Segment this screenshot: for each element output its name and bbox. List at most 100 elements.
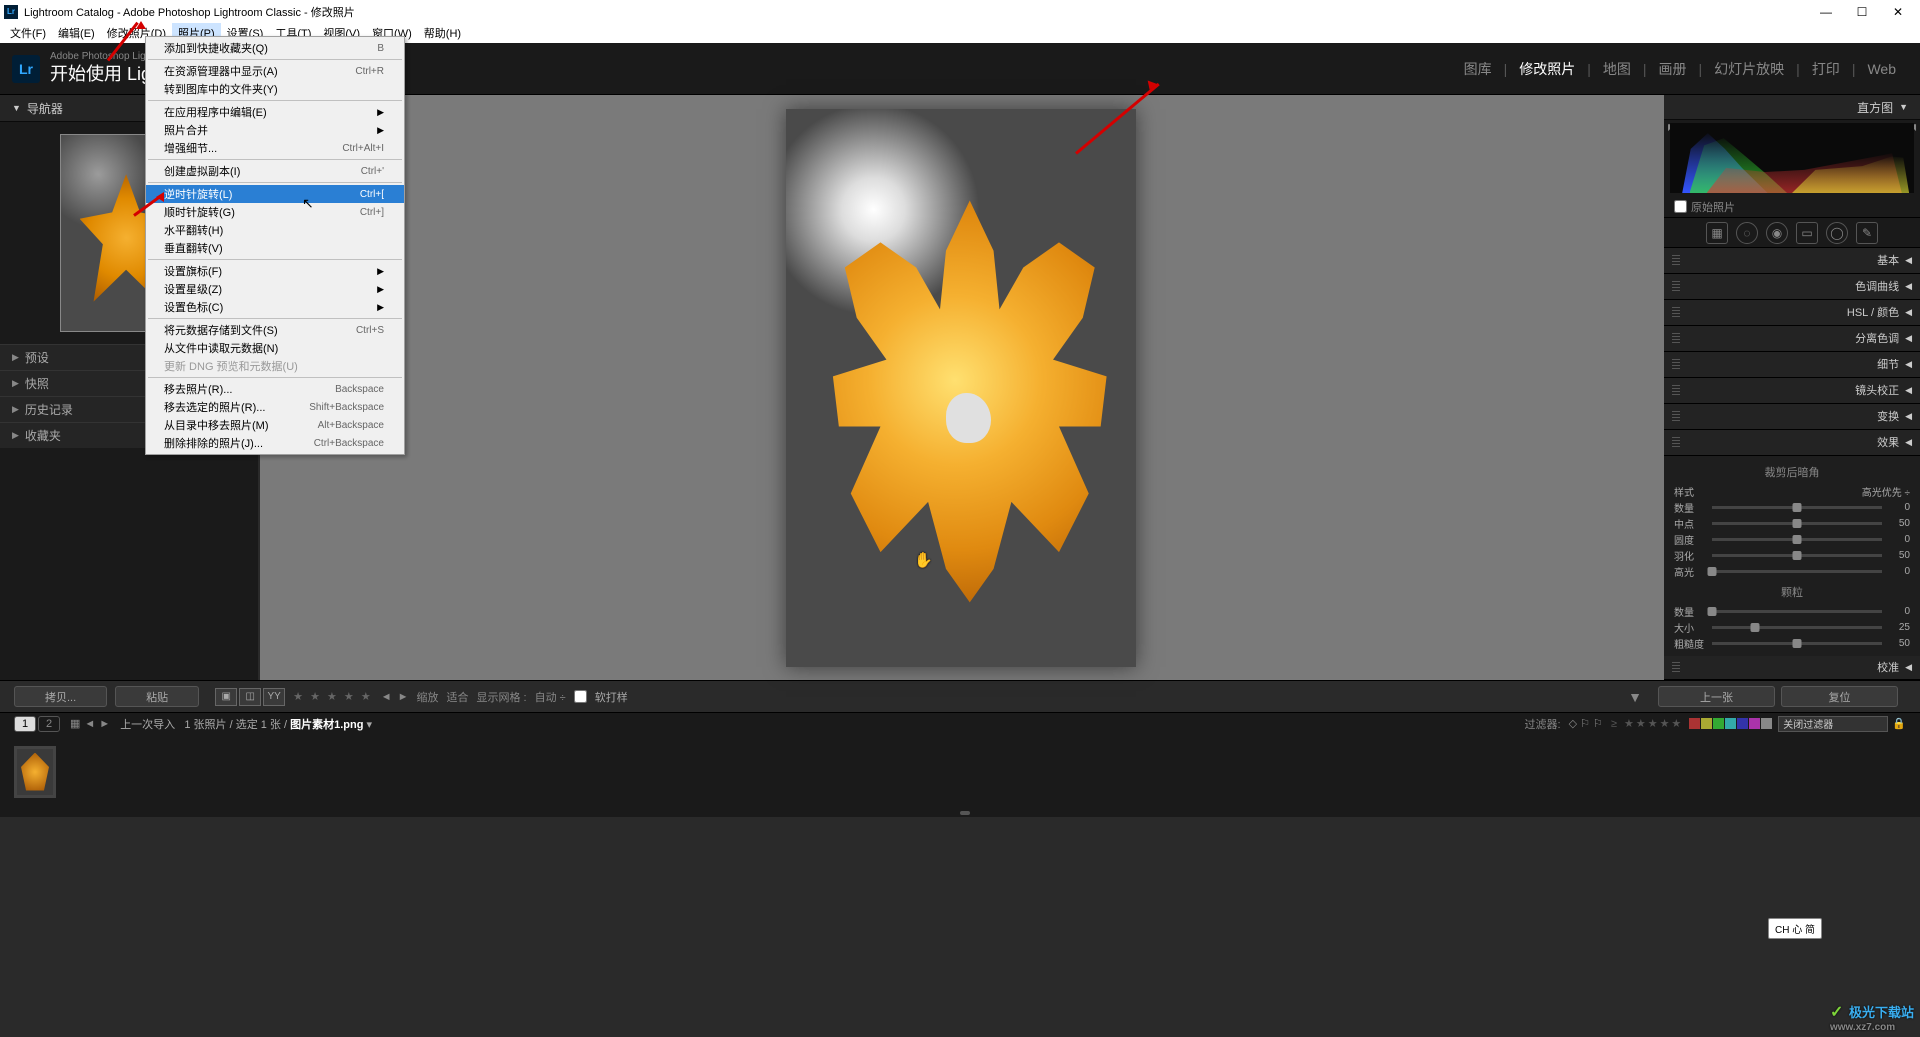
slider-row[interactable]: 中点50 bbox=[1674, 516, 1910, 532]
menu-item[interactable]: 设置色标(C)▶ bbox=[146, 298, 404, 316]
menu-item[interactable]: 从目录中移去照片(M)Alt+Backspace bbox=[146, 416, 404, 434]
hand-cursor-icon: ✋ bbox=[914, 551, 933, 569]
maximize-button[interactable]: ☐ bbox=[1844, 0, 1880, 23]
module-web[interactable]: Web bbox=[1855, 61, 1908, 77]
slider-row[interactable]: 数量0 bbox=[1674, 500, 1910, 516]
histogram-header[interactable]: 直方图▼ bbox=[1664, 95, 1920, 120]
screen-1[interactable]: 1 bbox=[14, 716, 36, 732]
slider-row[interactable]: 数量0 bbox=[1674, 604, 1910, 620]
histogram[interactable]: ◤ ◥ bbox=[1664, 120, 1920, 196]
section-6[interactable]: 变换◀ bbox=[1664, 404, 1920, 430]
menu-item[interactable]: 设置星级(Z)▶ bbox=[146, 280, 404, 298]
menu-item[interactable]: 设置旗标(F)▶ bbox=[146, 262, 404, 280]
filmstrip-thumbnail[interactable] bbox=[14, 746, 56, 798]
section-2[interactable]: HSL / 颜色◀ bbox=[1664, 300, 1920, 326]
auto-select[interactable]: 自动 ÷ bbox=[535, 689, 566, 705]
menu-item[interactable]: 移去照片(R)...Backspace bbox=[146, 380, 404, 398]
grid-label: 显示网格 : bbox=[476, 689, 526, 705]
menu-item[interactable]: 垂直翻转(V) bbox=[146, 239, 404, 257]
softproof-checkbox[interactable] bbox=[574, 690, 587, 703]
menu-item[interactable]: 将元数据存储到文件(S)Ctrl+S bbox=[146, 321, 404, 339]
forward-icon[interactable]: ► bbox=[99, 718, 110, 730]
color-filter[interactable] bbox=[1689, 718, 1772, 729]
menu-help[interactable]: 帮助(H) bbox=[418, 23, 467, 43]
section-0[interactable]: 基本◀ bbox=[1664, 248, 1920, 274]
module-map[interactable]: 地图 bbox=[1591, 59, 1643, 79]
module-library[interactable]: 图库 bbox=[1452, 59, 1504, 79]
section-calibration[interactable]: 校准◀ bbox=[1664, 656, 1920, 680]
tool-strip: ▦ ◌ ◉ ▭ ◯ ✎ bbox=[1664, 218, 1920, 248]
menu-item[interactable]: 转到图库中的文件夹(Y) bbox=[146, 80, 404, 98]
watermark: 极光下载站 www.xz7.com bbox=[1830, 1002, 1914, 1033]
menu-item[interactable]: 在应用程序中编辑(E)▶ bbox=[146, 103, 404, 121]
menu-item[interactable]: 在资源管理器中显示(A)Ctrl+R bbox=[146, 62, 404, 80]
grip-icon bbox=[1672, 662, 1680, 672]
toolbar-menu-icon[interactable]: ▼ bbox=[1628, 689, 1642, 705]
rating-filter[interactable]: ≥ ★★★★★ bbox=[1611, 717, 1683, 730]
paste-button[interactable]: 粘贴 bbox=[115, 686, 199, 707]
grid-view-icon[interactable]: ▦ bbox=[70, 717, 80, 730]
grip-icon bbox=[1672, 333, 1680, 343]
filmstrip[interactable] bbox=[0, 734, 1920, 809]
slider-row[interactable]: 粗糙度50 bbox=[1674, 636, 1910, 652]
slider-row[interactable]: 圆度0 bbox=[1674, 532, 1910, 548]
view-loupe-icon[interactable]: ▣ bbox=[215, 688, 237, 706]
menu-item[interactable]: 逆时针旋转(L)Ctrl+[ bbox=[146, 185, 404, 203]
gradient-tool-icon[interactable]: ▭ bbox=[1796, 222, 1818, 244]
spot-tool-icon[interactable]: ◌ bbox=[1736, 222, 1758, 244]
menu-item[interactable]: 水平翻转(H) bbox=[146, 221, 404, 239]
view-compare-icon[interactable]: ◫ bbox=[239, 688, 261, 706]
ime-badge[interactable]: CH 心 简 bbox=[1768, 918, 1822, 939]
section-5[interactable]: 镜头校正◀ bbox=[1664, 378, 1920, 404]
module-print[interactable]: 打印 bbox=[1800, 59, 1852, 79]
minimize-button[interactable]: — bbox=[1808, 0, 1844, 23]
breadcrumb[interactable]: 上一次导入 1 张照片 / 选定 1 张 / 图片素材1.png ▾ bbox=[120, 716, 372, 732]
filter-input[interactable] bbox=[1778, 716, 1888, 732]
section-1[interactable]: 色调曲线◀ bbox=[1664, 274, 1920, 300]
chevron-right-icon: ▶ bbox=[12, 430, 19, 441]
section-7[interactable]: 效果◀ bbox=[1664, 430, 1920, 456]
menu-item[interactable]: 删除排除的照片(J)...Ctrl+Backspace bbox=[146, 434, 404, 452]
module-slideshow[interactable]: 幻灯片放映 bbox=[1702, 59, 1796, 79]
slider-row[interactable]: 大小25 bbox=[1674, 620, 1910, 636]
menu-item[interactable]: 增强细节...Ctrl+Alt+I bbox=[146, 139, 404, 157]
rating-stars[interactable]: ★ ★ ★ ★ ★ bbox=[293, 690, 373, 703]
section-3[interactable]: 分离色调◀ bbox=[1664, 326, 1920, 352]
view-before-after-icon[interactable]: YY bbox=[263, 688, 285, 706]
original-photo-row[interactable]: 原始照片 bbox=[1664, 196, 1920, 218]
chevron-right-icon: ▶ bbox=[12, 378, 19, 389]
back-icon[interactable]: ◄ bbox=[84, 718, 95, 730]
lock-icon[interactable]: 🔒 bbox=[1892, 717, 1906, 730]
menu-file[interactable]: 文件(F) bbox=[4, 23, 52, 43]
prev-button[interactable]: 上一张 bbox=[1658, 686, 1775, 707]
crop-tool-icon[interactable]: ▦ bbox=[1706, 222, 1728, 244]
radial-tool-icon[interactable]: ◯ bbox=[1826, 222, 1848, 244]
fit-label[interactable]: 适合 bbox=[446, 689, 468, 705]
menu-item[interactable]: 照片合并▶ bbox=[146, 121, 404, 139]
canvas[interactable]: ✋ bbox=[258, 95, 1664, 680]
redeye-tool-icon[interactable]: ◉ bbox=[1766, 222, 1788, 244]
menu-item[interactable]: 顺时针旋转(G)Ctrl+] bbox=[146, 203, 404, 221]
menu-item[interactable]: 创建虚拟副本(I)Ctrl+' bbox=[146, 162, 404, 180]
prev-photo-icon[interactable]: ◄ bbox=[381, 691, 392, 703]
chevron-down-icon: ▼ bbox=[1899, 102, 1908, 112]
copy-button[interactable]: 拷贝... bbox=[14, 686, 107, 707]
filmstrip-scroll[interactable] bbox=[0, 809, 1920, 817]
reset-button[interactable]: 复位 bbox=[1781, 686, 1898, 707]
menu-item[interactable]: 移去选定的照片(R)...Shift+Backspace bbox=[146, 398, 404, 416]
close-button[interactable]: ✕ bbox=[1880, 0, 1916, 23]
flag-filter-icon[interactable]: ◇ ⚐ ⚐ bbox=[1569, 717, 1603, 730]
slider-row[interactable]: 羽化50 bbox=[1674, 548, 1910, 564]
next-photo-icon[interactable]: ► bbox=[398, 691, 409, 703]
menu-edit[interactable]: 编辑(E) bbox=[52, 23, 101, 43]
screen-2[interactable]: 2 bbox=[38, 716, 60, 732]
original-checkbox[interactable] bbox=[1674, 200, 1687, 213]
menu-item[interactable]: 添加到快捷收藏夹(Q)B bbox=[146, 39, 404, 57]
section-4[interactable]: 细节◀ bbox=[1664, 352, 1920, 378]
menu-item[interactable]: 从文件中读取元数据(N) bbox=[146, 339, 404, 357]
brush-tool-icon[interactable]: ✎ bbox=[1856, 222, 1878, 244]
module-book[interactable]: 画册 bbox=[1647, 59, 1699, 79]
slider-row[interactable]: 高光0 bbox=[1674, 564, 1910, 580]
module-develop[interactable]: 修改照片 bbox=[1507, 59, 1587, 79]
photo-preview[interactable]: ✋ bbox=[786, 109, 1136, 667]
